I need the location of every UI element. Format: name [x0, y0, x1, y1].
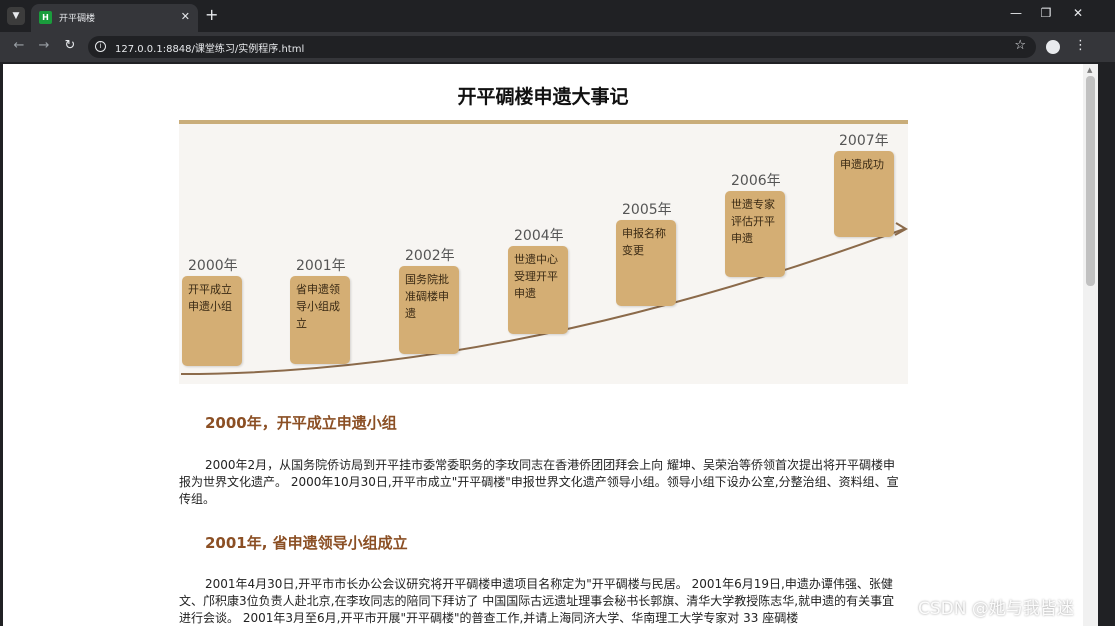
window-edge	[1098, 64, 1115, 626]
milestone-year: 2004年	[514, 228, 564, 244]
milestone-year: 2001年	[296, 258, 346, 274]
page-title: 开平碉楼申遗大事记	[457, 86, 629, 108]
vertical-scrollbar[interactable]: ▲	[1083, 64, 1098, 626]
section-paragraph: 2001年4月30日,开平市市长办公会议研究将开平碉楼申遗项目名称定为"开平碉楼…	[179, 577, 895, 625]
milestone-card: 申遗成功	[834, 151, 894, 237]
minimize-icon[interactable]: —	[1006, 6, 1026, 20]
browser-toolbar: ← → ↻ i 127.0.0.1:8848/课堂练习/实例程序.html ☆ …	[0, 32, 1115, 62]
profile-avatar-icon[interactable]	[1046, 40, 1060, 54]
scrollbar-thumb[interactable]	[1086, 76, 1095, 286]
milestone-year: 2002年	[405, 248, 455, 264]
milestone-card: 申报名称变更	[616, 220, 676, 306]
restore-icon[interactable]: ❐	[1036, 6, 1056, 20]
milestone-card: 国务院批准碉楼申遗	[399, 266, 459, 354]
close-tab-icon[interactable]: ✕	[181, 10, 190, 23]
milestone-card: 世遗中心受理开平申遗	[508, 246, 568, 334]
milestone-year: 2005年	[622, 202, 672, 218]
timeline-image: 2000年 开平成立申遗小组 2001年 省申遗领导小组成立 2002年 国务院…	[179, 120, 908, 384]
section-paragraph: 2000年2月，从国务院侨访局到开平挂市委常委职务的李玫同志在香港侨团团拜会上向…	[179, 458, 899, 506]
new-tab-plus-icon[interactable]: +	[205, 6, 218, 24]
section-heading: 2000年，开平成立申遗小组	[205, 414, 397, 432]
milestone-card: 省申遗领导小组成立	[290, 276, 350, 364]
reload-icon[interactable]: ↻	[61, 38, 79, 53]
active-tab[interactable]: H 开平碉楼 ✕	[31, 4, 198, 32]
menu-kebab-icon[interactable]: ⋮	[1074, 38, 1087, 53]
tab-title: 开平碉楼	[59, 14, 96, 24]
scroll-up-arrow-icon[interactable]: ▲	[1087, 66, 1092, 74]
site-info-icon[interactable]: i	[95, 41, 106, 52]
bookmark-star-icon[interactable]: ☆	[1014, 38, 1026, 53]
tab-search-button[interactable]: ▼	[7, 7, 25, 25]
address-bar[interactable]: i 127.0.0.1:8848/课堂练习/实例程序.html ☆	[88, 36, 1036, 58]
url-text[interactable]: 127.0.0.1:8848/课堂练习/实例程序.html	[115, 40, 304, 55]
close-window-icon[interactable]: ✕	[1068, 6, 1088, 20]
milestone-card: 世遗专家评估开平申遗	[725, 191, 785, 277]
hbuilder-favicon-icon: H	[39, 11, 52, 24]
milestone-year: 2006年	[731, 173, 781, 189]
milestone-year: 2000年	[188, 258, 238, 274]
page-viewport: 开平碉楼申遗大事记 2000年 开平成立申遗小组 2001年 省申遗领导小组成立…	[3, 64, 1083, 626]
milestone-year: 2007年	[839, 133, 889, 149]
section-heading: 2001年, 省申遗领导小组成立	[205, 534, 408, 552]
forward-arrow-icon[interactable]: →	[35, 38, 53, 53]
csdn-watermark: CSDN @她与我皆迷	[918, 599, 1074, 619]
milestone-card: 开平成立申遗小组	[182, 276, 242, 366]
tab-strip: ▼ H 开平碉楼 ✕ + — ❐ ✕	[0, 0, 1115, 32]
back-arrow-icon[interactable]: ←	[10, 38, 28, 53]
